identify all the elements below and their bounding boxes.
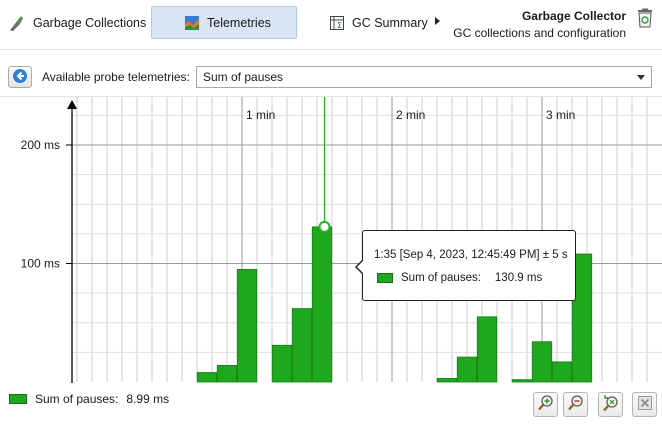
chart-bar	[476, 316, 498, 383]
chart-bar	[291, 308, 313, 383]
back-button[interactable]	[8, 66, 32, 88]
chevron-right-icon[interactable]	[435, 17, 440, 25]
y-tick-label: 200 ms	[21, 138, 60, 152]
probe-select[interactable]: Sum of pauses	[196, 66, 652, 88]
probe-select-value: Sum of pauses	[203, 70, 284, 84]
tooltip-pointer	[355, 259, 364, 275]
cursor-marker	[318, 220, 331, 233]
tab-label: Telemetries	[207, 15, 271, 30]
zoom-in-icon	[537, 394, 555, 415]
broom-icon	[8, 14, 26, 32]
zoom-out-icon	[567, 394, 585, 415]
tooltip-series-row: Sum of pauses: 130.9 ms	[377, 272, 542, 284]
chart-bar	[311, 226, 333, 383]
tab-label: GC Summary	[352, 15, 428, 30]
probe-label: Available probe telemetries:	[42, 70, 190, 84]
zoom-fit-button[interactable]	[598, 392, 623, 417]
x-tick-label: 3 min	[546, 108, 575, 122]
view-subtitle: GC collections and configuration	[453, 26, 626, 40]
chart-bar	[551, 361, 573, 383]
chart-bar	[216, 365, 238, 383]
chart-bar	[436, 378, 458, 383]
legend-series-name: Sum of pauses:	[35, 392, 119, 406]
reset-zoom-button[interactable]	[632, 392, 657, 417]
view-header: Garbage Collector GC collections and con…	[453, 8, 626, 42]
toolbar-divider	[0, 49, 662, 50]
chart-bar	[236, 269, 258, 383]
probe-selector-row: Available probe telemetries: Sum of paus…	[0, 62, 662, 90]
y-tick-label: 100 ms	[21, 257, 60, 271]
view-toolbar: Garbage Collections Telemetries Σ GC Sum…	[0, 0, 662, 48]
chart-legend: Sum of pauses: 8.99 ms	[9, 392, 169, 406]
telemetry-chart-icon	[184, 15, 200, 31]
tab-garbage-collections[interactable]: Garbage Collections	[8, 6, 148, 39]
tooltip-time: 1:35 [Sep 4, 2023, 12:45:49 PM] ± 5 s	[374, 249, 568, 261]
chart-bar	[531, 341, 553, 383]
chart-tooltip: 1:35 [Sep 4, 2023, 12:45:49 PM] ± 5 s Su…	[355, 230, 576, 301]
x-tick-label: 2 min	[396, 108, 425, 122]
back-arrow-icon	[12, 68, 28, 87]
legend-swatch	[9, 394, 27, 404]
tooltip-series-name: Sum of pauses:	[401, 272, 481, 284]
close-icon	[637, 396, 652, 413]
tooltip-series-value: 130.9 ms	[494, 272, 543, 284]
chart-bar	[456, 356, 478, 383]
tab-telemetries[interactable]: Telemetries	[151, 6, 297, 39]
chart-bar	[196, 372, 218, 383]
y-axis-arrow	[67, 100, 77, 109]
chart-bar	[511, 379, 533, 383]
trash-icon[interactable]	[636, 8, 654, 31]
zoom-out-button[interactable]	[563, 392, 588, 417]
chart-bar	[271, 344, 293, 383]
tab-gc-summary[interactable]: Σ GC Summary	[329, 6, 429, 39]
view-title: Garbage Collector	[521, 9, 626, 23]
svg-text:Σ: Σ	[337, 21, 342, 30]
tooltip-series-swatch	[377, 273, 393, 283]
chevron-down-icon	[637, 75, 645, 80]
x-tick-label: 1 min	[246, 108, 275, 122]
zoom-fit-icon	[602, 394, 620, 415]
tab-label: Garbage Collections	[33, 15, 147, 30]
zoom-in-button[interactable]	[533, 392, 558, 417]
summary-table-icon: Σ	[329, 15, 345, 31]
legend-series-value: 8.99 ms	[126, 392, 170, 406]
